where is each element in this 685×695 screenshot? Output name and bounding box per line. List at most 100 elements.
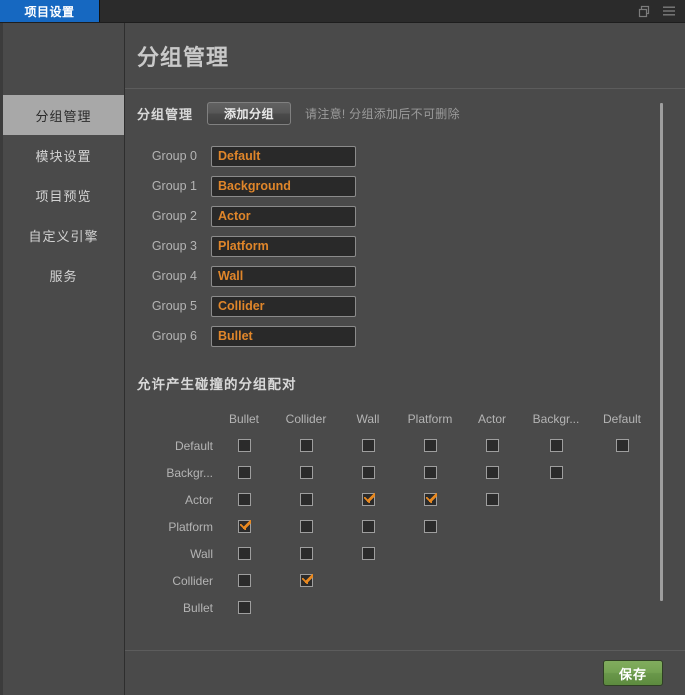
matrix-cell <box>399 513 461 540</box>
collision-checkbox-Default-Actor[interactable] <box>485 438 499 452</box>
matrix-cell <box>523 459 589 486</box>
sidebar-item-1[interactable]: 模块设置 <box>3 135 124 175</box>
collision-checkbox-Platform-Wall[interactable] <box>361 519 375 533</box>
group-index-label: Group 3 <box>151 239 197 253</box>
matrix-cell <box>337 540 399 567</box>
collision-checkbox-Actor-Platform[interactable] <box>423 492 437 506</box>
group-name-input[interactable] <box>211 145 356 167</box>
matrix-cell <box>337 486 399 513</box>
matrix-cell <box>275 459 337 486</box>
matrix-row-header: Bullet <box>182 600 213 615</box>
matrix-cell-empty <box>589 459 655 486</box>
matrix-column-header: Default <box>602 411 642 426</box>
matrix-cell <box>275 432 337 459</box>
save-button[interactable]: 保存 <box>603 660 663 686</box>
collision-checkbox-Platform-Platform[interactable] <box>423 519 437 533</box>
collision-checkbox-Backgr-Wall[interactable] <box>361 465 375 479</box>
matrix-cell <box>461 486 523 513</box>
matrix-column-header: Platform <box>407 411 453 426</box>
collision-checkbox-Wall-Collider[interactable] <box>299 546 313 560</box>
sidebar-item-4[interactable]: 服务 <box>3 255 124 295</box>
group-name-input[interactable] <box>211 205 356 227</box>
matrix-column-header: Bullet <box>228 411 260 426</box>
matrix-row: Default <box>137 432 655 459</box>
group-list: Group 0 Group 1 Group 2 Group 3 Group 4 Group… <box>125 141 685 351</box>
collision-checkbox-Backgr-Collider[interactable] <box>299 465 313 479</box>
collision-checkbox-Backgr-Actor[interactable] <box>485 465 499 479</box>
group-index-label: Group 2 <box>151 209 197 223</box>
matrix-column-header: Collider <box>285 411 327 426</box>
matrix-cell-empty <box>461 513 523 540</box>
collision-checkbox-Wall-Bullet[interactable] <box>237 546 251 560</box>
collision-checkbox-Bullet-Bullet[interactable] <box>237 600 251 614</box>
collision-checkbox-Collider-Collider[interactable] <box>299 573 313 587</box>
matrix-cell-empty <box>523 540 589 567</box>
collision-checkbox-Backgr-Backgr[interactable] <box>549 465 563 479</box>
collision-checkbox-Platform-Bullet[interactable] <box>237 519 251 533</box>
content-scrollbar-track[interactable] <box>660 103 663 623</box>
collision-checkbox-Actor-Actor[interactable] <box>485 492 499 506</box>
collision-checkbox-Default-Bullet[interactable] <box>237 438 251 452</box>
matrix-row-header: Platform <box>168 519 213 534</box>
hamburger-menu-icon[interactable] <box>662 4 676 18</box>
matrix-cell-empty <box>523 513 589 540</box>
matrix-cell <box>275 567 337 594</box>
matrix-cell-empty <box>523 486 589 513</box>
matrix-cell-empty <box>337 594 399 621</box>
matrix-column-header: Backgr... <box>532 411 580 426</box>
collision-checkbox-Default-Backgr[interactable] <box>549 438 563 452</box>
matrix-cell-empty <box>461 567 523 594</box>
matrix-row: Wall <box>137 540 655 567</box>
matrix-cell-empty <box>589 567 655 594</box>
matrix-row-header: Actor <box>184 492 213 507</box>
collision-checkbox-Backgr-Bullet[interactable] <box>237 465 251 479</box>
collision-checkbox-Default-Default[interactable] <box>615 438 629 452</box>
sidebar-item-3[interactable]: 自定义引擎 <box>3 215 124 255</box>
matrix-row-header: Collider <box>172 573 213 588</box>
group-index-label: Group 5 <box>151 299 197 313</box>
matrix-row: Platform <box>137 513 655 540</box>
collision-checkbox-Backgr-Platform[interactable] <box>423 465 437 479</box>
group-warning-note: 请注意! 分组添加后不可删除 <box>305 107 460 121</box>
settings-content: 分组管理 添加分组 请注意! 分组添加后不可删除 Group 0Group 1G… <box>125 89 685 649</box>
add-group-button[interactable]: 添加分组 <box>207 102 292 125</box>
sidebar-item-2[interactable]: 项目预览 <box>3 175 124 215</box>
content-scrollbar-thumb[interactable] <box>660 103 663 601</box>
tab-project-settings[interactable]: 项目设置 <box>0 0 100 22</box>
matrix-column-header: Actor <box>477 411 506 426</box>
collision-checkbox-Default-Wall[interactable] <box>361 438 375 452</box>
group-name-input[interactable] <box>211 295 356 317</box>
matrix-cell <box>213 540 275 567</box>
group-name-input[interactable] <box>211 175 356 197</box>
group-index-label: Group 4 <box>151 269 197 283</box>
sidebar-item-0[interactable]: 分组管理 <box>3 95 124 135</box>
matrix-cell <box>275 486 337 513</box>
matrix-row-header: Wall <box>190 546 213 561</box>
matrix-row: Collider <box>137 567 655 594</box>
main-panel: 分组管理 分组管理 添加分组 请注意! 分组添加后不可删除 Group 0Gro… <box>125 23 685 695</box>
group-row: Group 3 <box>137 231 685 261</box>
collision-checkbox-Platform-Collider[interactable] <box>299 519 313 533</box>
group-name-input[interactable] <box>211 265 356 287</box>
collision-checkbox-Actor-Collider[interactable] <box>299 492 313 506</box>
collision-checkbox-Default-Platform[interactable] <box>423 438 437 452</box>
group-index-label: Group 1 <box>151 179 197 193</box>
collision-checkbox-Actor-Bullet[interactable] <box>237 492 251 506</box>
collision-checkbox-Wall-Wall[interactable] <box>361 546 375 560</box>
matrix-cell <box>461 432 523 459</box>
matrix-cell-empty <box>399 540 461 567</box>
matrix-cell-empty <box>589 486 655 513</box>
collision-checkbox-Default-Collider[interactable] <box>299 438 313 452</box>
restore-window-icon[interactable] <box>637 4 651 18</box>
project-settings-window: 项目设置 分组管理 模块设置 项目预览 自定义引擎 服务 分组管理 分组管理 添… <box>0 0 685 695</box>
matrix-cell-empty <box>589 513 655 540</box>
group-name-input[interactable] <box>211 325 356 347</box>
collision-checkbox-Actor-Wall[interactable] <box>361 492 375 506</box>
group-name-input[interactable] <box>211 235 356 257</box>
matrix-cell-empty <box>399 567 461 594</box>
matrix-cell <box>461 459 523 486</box>
matrix-cell <box>337 432 399 459</box>
collision-checkbox-Collider-Bullet[interactable] <box>237 573 251 587</box>
matrix-cell <box>213 594 275 621</box>
group-section-label: 分组管理 <box>137 107 194 122</box>
